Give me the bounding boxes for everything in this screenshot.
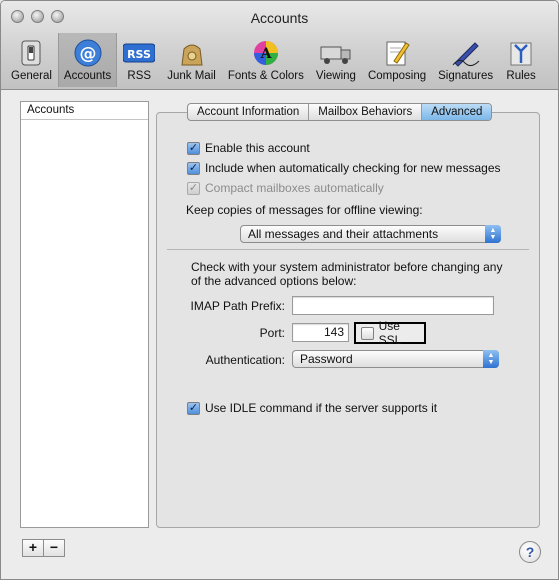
toolbar-label: RSS	[127, 70, 152, 82]
keep-copies-popup[interactable]: All messages and their attachments ▲ ▼	[240, 225, 501, 243]
authentication-value: Password	[300, 352, 353, 366]
tab-account-information[interactable]: Account Information	[188, 104, 310, 120]
use-ssl-checkbox[interactable]: Use SSL	[354, 319, 426, 347]
toolbar-label: Composing	[367, 70, 427, 82]
add-account-button[interactable]: +	[22, 539, 44, 557]
signature-pen-icon	[450, 38, 482, 68]
toolbar-label: Viewing	[315, 70, 356, 82]
svg-text:A: A	[259, 46, 272, 62]
checkbox-unchecked-icon	[361, 326, 374, 340]
checkbox-check-icon: ✓	[187, 401, 200, 415]
imap-prefix-label: IMAP Path Prefix:	[190, 299, 285, 313]
toolbar-accounts[interactable]: @ Accounts	[57, 33, 118, 87]
toolbar-composing[interactable]: Composing	[362, 33, 432, 87]
port-field[interactable]: 143	[292, 323, 349, 342]
viewing-truck-icon	[320, 38, 352, 68]
toolbar-signatures[interactable]: Signatures	[432, 33, 499, 87]
switch-icon	[15, 38, 47, 68]
compact-mailboxes-label: Compact mailboxes automatically	[205, 181, 384, 195]
toolbar-label: General	[11, 70, 52, 82]
toolbar-general[interactable]: General	[5, 33, 58, 87]
toolbar-viewing[interactable]: Viewing	[310, 33, 362, 87]
toolbar-label: Junk Mail	[167, 70, 216, 82]
add-remove-controls: + −	[22, 539, 65, 557]
toolbar-label: Accounts	[63, 70, 112, 82]
advanced-options-note: Check with your system administrator bef…	[191, 260, 503, 288]
compact-mailboxes-checkbox: ✓ Compact mailboxes automatically	[187, 181, 384, 195]
toolbar-label: Fonts & Colors	[227, 70, 304, 82]
account-tabs: Account Information Mailbox Behaviors Ad…	[187, 103, 493, 121]
preferences-toolbar: General @ Accounts RSS RSS Junk Mail A F…	[5, 33, 543, 87]
help-button[interactable]: ?	[519, 541, 541, 563]
toolbar-label: Rules	[506, 70, 536, 82]
popup-arrows-icon: ▲ ▼	[485, 225, 501, 243]
svg-text:RSS: RSS	[127, 48, 151, 61]
checkbox-check-icon: ✓	[187, 141, 200, 155]
keep-copies-value: All messages and their attachments	[248, 227, 439, 241]
checkbox-check-icon: ✓	[187, 181, 200, 195]
authentication-popup[interactable]: Password ▲ ▼	[292, 350, 499, 368]
include-checking-label: Include when automatically checking for …	[205, 161, 501, 175]
popup-arrows-icon: ▲ ▼	[483, 350, 499, 368]
use-idle-label: Use IDLE command if the server supports …	[205, 401, 438, 415]
rules-arrows-icon	[505, 38, 537, 68]
toolbar-rules[interactable]: Rules	[499, 33, 543, 87]
toolbar-label: Signatures	[438, 70, 494, 82]
imap-prefix-field[interactable]	[292, 296, 494, 315]
accounts-list-header: Accounts	[21, 102, 148, 120]
at-sign-icon: @	[72, 38, 104, 68]
accounts-list[interactable]: Accounts	[20, 101, 149, 528]
authentication-label: Authentication:	[205, 353, 285, 367]
port-label: Port:	[259, 326, 285, 340]
window-title: Accounts	[250, 10, 309, 26]
tab-mailbox-behaviors[interactable]: Mailbox Behaviors	[309, 104, 423, 120]
compose-pencil-icon	[381, 38, 413, 68]
enable-account-label: Enable this account	[205, 141, 310, 155]
use-ssl-label: Use SSL	[378, 319, 402, 347]
toolbar-fonts-colors[interactable]: A Fonts & Colors	[222, 33, 310, 87]
junk-bag-icon	[176, 38, 208, 68]
font-color-icon: A	[250, 38, 282, 68]
accounts-preferences-window: Accounts General @ Accounts RSS RSS Junk…	[0, 0, 559, 580]
include-checking-checkbox[interactable]: ✓ Include when automatically checking fo…	[187, 161, 501, 175]
keep-copies-label: Keep copies of messages for offline view…	[186, 203, 423, 217]
checkbox-check-icon: ✓	[187, 161, 200, 175]
rss-icon: RSS	[123, 38, 156, 68]
title-toolbar: Accounts General @ Accounts RSS RSS Junk…	[1, 1, 558, 90]
svg-text:@: @	[79, 44, 96, 64]
remove-account-button[interactable]: −	[43, 539, 65, 557]
section-divider	[167, 249, 529, 250]
toolbar-junk-mail[interactable]: Junk Mail	[161, 33, 222, 87]
enable-account-checkbox[interactable]: ✓ Enable this account	[187, 141, 310, 155]
use-idle-checkbox[interactable]: ✓ Use IDLE command if the server support…	[187, 401, 437, 415]
tab-advanced[interactable]: Advanced	[422, 104, 492, 120]
toolbar-rss[interactable]: RSS RSS	[117, 33, 161, 87]
